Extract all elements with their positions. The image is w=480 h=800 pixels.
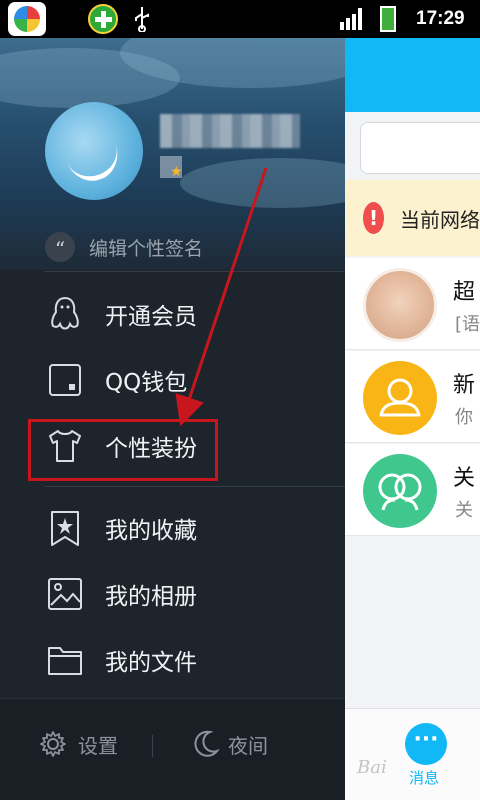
search-input[interactable]	[360, 122, 480, 174]
menu-item-favorites[interactable]: 我的收藏	[45, 500, 325, 556]
main-panel: ! 当前网络 超 [语 新 你 关 关 Bai ··· 消息	[345, 38, 480, 800]
conversation-title: 关	[453, 466, 476, 491]
menu-item-label: QQ钱包	[105, 370, 188, 396]
avatar	[363, 268, 437, 342]
menu-item-files[interactable]: 我的文件	[45, 632, 325, 688]
watermark-text: Bai	[357, 757, 387, 778]
usb-icon	[135, 7, 149, 32]
gear-icon	[40, 731, 66, 757]
avatar	[363, 454, 437, 528]
settings-label: 设置	[78, 733, 118, 758]
signature-placeholder: 编辑个性签名	[89, 237, 204, 260]
couple-icon	[378, 473, 422, 511]
conversation-preview: 你	[455, 407, 473, 428]
conversation-preview: [语	[455, 314, 480, 335]
penguin-icon	[51, 296, 79, 330]
divider	[45, 486, 345, 487]
status-bar: 17:29	[0, 0, 480, 38]
divider	[45, 271, 345, 272]
main-top-bar	[345, 38, 480, 112]
night-label: 夜间	[228, 733, 268, 758]
plus-icon	[88, 4, 118, 34]
avatar	[363, 361, 437, 435]
conversation-row[interactable]: 关 关	[345, 444, 480, 536]
messages-tab-label[interactable]: 消息	[409, 767, 439, 788]
screen: 17:29 ★ “ 编辑个性签名 开通会员 QQ钱包 个性装扮 我的收藏 我的相…	[0, 0, 480, 800]
folder-icon	[48, 647, 82, 675]
person-icon	[379, 378, 421, 417]
night-mode-button[interactable]: 夜间	[192, 729, 268, 759]
messages-tab-icon[interactable]: ···	[405, 723, 447, 765]
network-warning-banner[interactable]: ! 当前网络	[345, 180, 480, 256]
quote-icon: “	[45, 232, 75, 262]
user-avatar[interactable]	[45, 102, 143, 200]
menu-item-vip[interactable]: 开通会员	[45, 286, 325, 342]
warning-icon: !	[363, 202, 384, 234]
conversation-preview: 关	[455, 500, 473, 521]
conversation-row[interactable]: 超 [语	[345, 258, 480, 350]
menu-item-albums[interactable]: 我的相册	[45, 566, 325, 622]
footer-divider	[152, 735, 153, 757]
user-name-blurred	[160, 114, 300, 148]
bookmark-star-icon	[51, 511, 79, 546]
warning-text: 当前网络	[400, 207, 480, 232]
menu-item-label: 我的相册	[105, 584, 197, 610]
star-icon: ★	[170, 164, 183, 180]
drawer-footer: 设置 夜间	[0, 698, 345, 800]
moon-icon	[194, 730, 220, 757]
photo-icon	[48, 578, 82, 610]
wallet-icon	[49, 364, 81, 396]
menu-item-label: 开通会员	[105, 304, 197, 330]
conversation-title: 新	[453, 373, 476, 398]
app-store-icon	[8, 2, 46, 36]
menu-item-label: 我的收藏	[105, 518, 197, 544]
bottom-nav: Bai ··· 消息	[345, 708, 480, 800]
battery-icon	[380, 6, 396, 32]
signature-row[interactable]: “ 编辑个性签名	[45, 230, 203, 264]
highlight-box	[28, 419, 218, 481]
signal-icon	[340, 8, 364, 30]
menu-item-wallet[interactable]: QQ钱包	[45, 352, 325, 408]
conversation-row[interactable]: 新 你	[345, 351, 480, 443]
status-time: 17:29	[416, 8, 465, 29]
settings-button[interactable]: 设置	[38, 729, 118, 759]
menu-item-label: 我的文件	[105, 650, 197, 676]
conversation-title: 超	[453, 280, 476, 305]
